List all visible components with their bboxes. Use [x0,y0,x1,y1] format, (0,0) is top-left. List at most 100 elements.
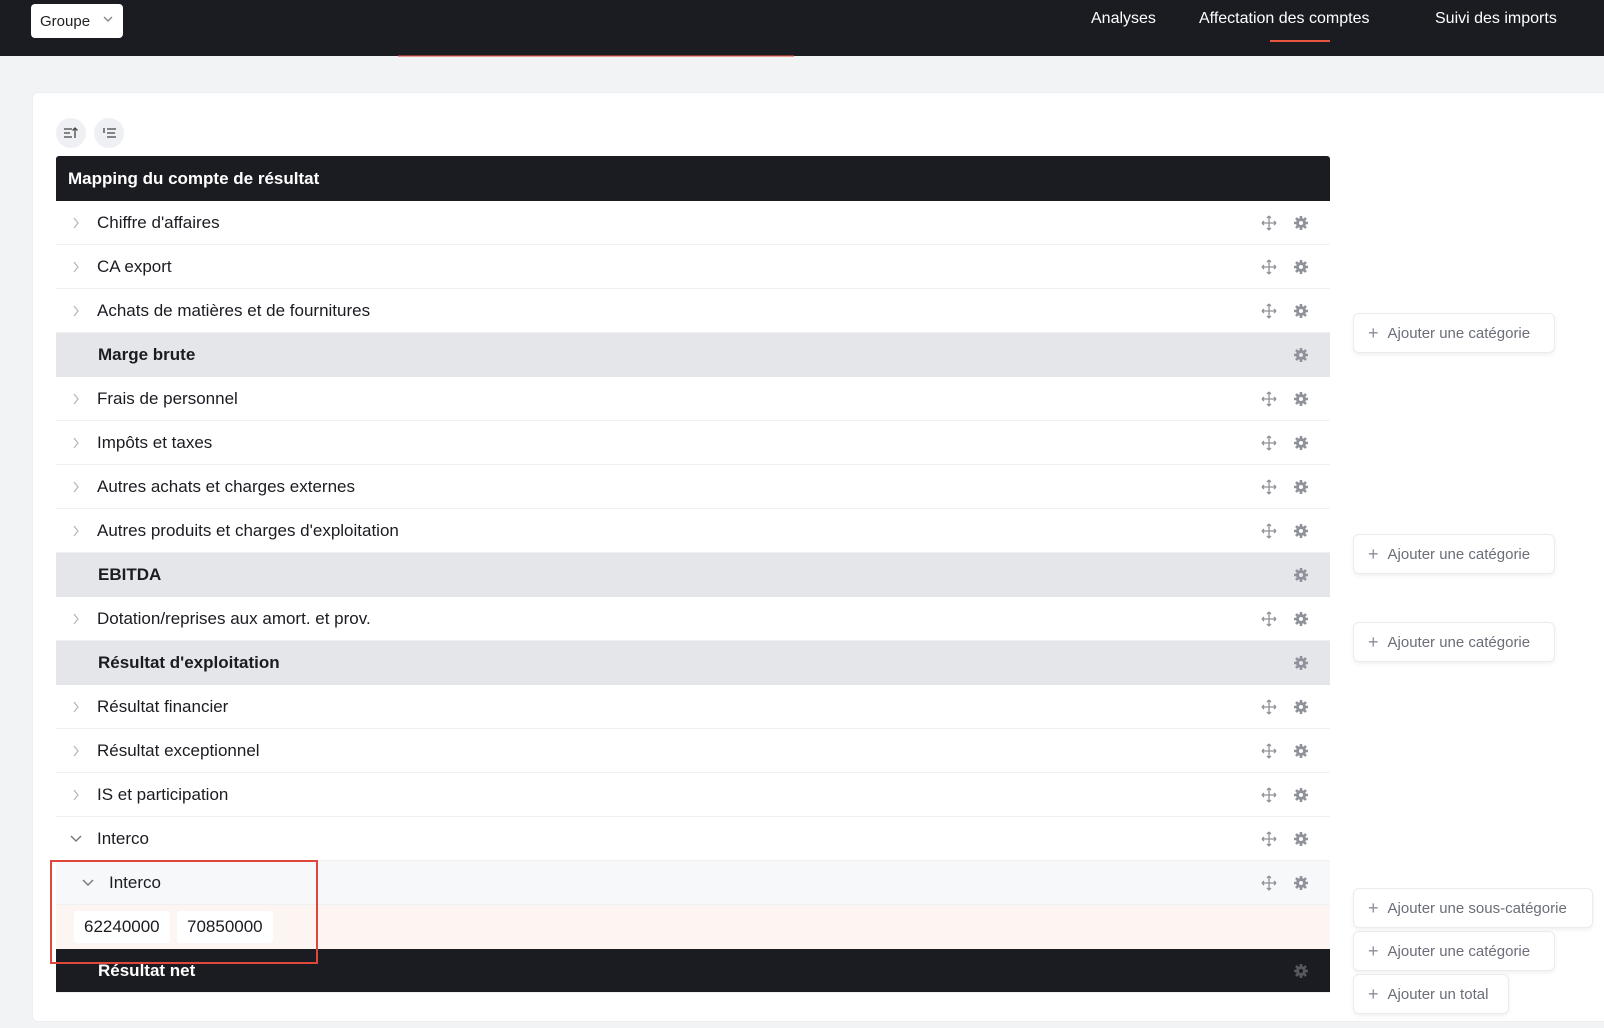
move-icon[interactable] [1261,831,1277,847]
nav-affectation-des-comptes[interactable]: Affectation des comptes [1199,10,1369,28]
chevron-right-icon[interactable] [72,613,80,625]
category-row[interactable]: Autres achats et charges externes [56,465,1330,509]
gear-icon[interactable] [1293,611,1309,627]
chevron-right-icon[interactable] [72,745,80,757]
chevron-right-icon[interactable] [72,261,80,273]
add-category-button[interactable]: + Ajouter une catégorie [1353,931,1555,971]
category-row-expanded[interactable]: Interco [56,817,1330,861]
move-icon[interactable] [1261,259,1277,275]
move-icon[interactable] [1261,699,1277,715]
move-icon[interactable] [1261,215,1277,231]
move-icon[interactable] [1261,303,1277,319]
add-subcategory-label: Ajouter une sous-catégorie [1387,899,1567,917]
category-row[interactable]: CA export [56,245,1330,289]
order-button[interactable] [94,118,124,148]
gear-icon[interactable] [1293,655,1309,671]
add-category-label: Ajouter une catégorie [1387,324,1531,342]
add-subcategory-button[interactable]: + Ajouter une sous-catégorie [1353,888,1593,928]
gear-icon[interactable] [1293,787,1309,803]
gear-icon[interactable] [1293,567,1309,583]
total-row[interactable]: EBITDA [56,553,1330,597]
chevron-down-icon[interactable] [82,879,94,887]
final-total-row[interactable]: Résultat net [56,949,1330,993]
final-total-label: Résultat net [98,960,196,980]
move-icon[interactable] [1261,435,1277,451]
mapping-table: Mapping du compte de résultat Chiffre d'… [56,156,1330,993]
category-label: Impôts et taxes [97,432,213,452]
category-label: Chiffre d'affaires [97,212,220,232]
add-category-button[interactable]: + Ajouter une catégorie [1353,313,1555,353]
move-icon[interactable] [1261,479,1277,495]
gear-icon[interactable] [1293,875,1309,891]
add-total-label: Ajouter un total [1387,985,1489,1003]
category-row[interactable]: Résultat exceptionnel [56,729,1330,773]
category-label: Frais de personnel [97,388,238,408]
gear-icon[interactable] [1293,259,1309,275]
gear-icon[interactable] [1293,435,1309,451]
category-label: Autres achats et charges externes [97,476,355,496]
chevron-down-icon[interactable] [70,835,82,843]
chevron-right-icon[interactable] [72,701,80,713]
move-icon[interactable] [1261,743,1277,759]
gear-icon[interactable] [1293,391,1309,407]
category-row[interactable]: Impôts et taxes [56,421,1330,465]
category-label: Dotation/reprises aux amort. et prov. [97,608,371,628]
category-label: Résultat exceptionnel [97,740,260,760]
group-select[interactable]: Groupe [31,4,123,38]
subcategory-row-expanded[interactable]: Interco [56,861,1330,905]
gear-icon[interactable] [1293,347,1309,363]
add-category-button[interactable]: + Ajouter une catégorie [1353,534,1555,574]
account-code-chip[interactable]: 70850000 [177,911,273,943]
add-category-label: Ajouter une catégorie [1387,942,1531,960]
chevron-right-icon[interactable] [72,217,80,229]
account-code-chip[interactable]: 62240000 [74,911,170,943]
plus-icon: + [1368,897,1379,918]
total-row[interactable]: Résultat d'exploitation [56,641,1330,685]
ordered-list-icon [103,128,116,138]
chevron-right-icon[interactable] [72,789,80,801]
chevron-right-icon[interactable] [72,481,80,493]
plus-icon: + [1368,631,1379,652]
nav-analyses[interactable]: Analyses [1091,10,1156,28]
category-row[interactable]: Autres produits et charges d'exploitatio… [56,509,1330,553]
move-icon[interactable] [1261,391,1277,407]
gear-icon[interactable] [1293,479,1309,495]
move-icon[interactable] [1261,875,1277,891]
category-row[interactable]: Chiffre d'affaires [56,201,1330,245]
total-row[interactable]: Marge brute [56,333,1330,377]
active-tab-indicator [1270,40,1330,42]
category-label: Résultat financier [97,696,229,716]
plus-icon: + [1368,543,1379,564]
gear-icon[interactable] [1293,699,1309,715]
add-total-button[interactable]: + Ajouter un total [1353,974,1509,1014]
move-icon[interactable] [1261,611,1277,627]
chevron-right-icon[interactable] [72,305,80,317]
category-row[interactable]: IS et participation [56,773,1330,817]
add-category-button[interactable]: + Ajouter une catégorie [1353,622,1555,662]
category-row[interactable]: Dotation/reprises aux amort. et prov. [56,597,1330,641]
move-icon[interactable] [1261,787,1277,803]
gear-icon[interactable] [1293,303,1309,319]
chevron-right-icon[interactable] [72,437,80,449]
gear-icon[interactable] [1293,743,1309,759]
gear-icon[interactable] [1293,215,1309,231]
plus-icon: + [1368,983,1379,1004]
plus-icon: + [1368,322,1379,343]
group-select-value: Groupe [40,12,91,30]
subcategory-label: Interco [109,872,161,892]
accent-strip [398,55,794,57]
gear-icon[interactable] [1293,831,1309,847]
nav-suivi-des-imports[interactable]: Suivi des imports [1435,10,1557,28]
sort-button[interactable] [56,118,86,148]
move-icon[interactable] [1261,523,1277,539]
category-row[interactable]: Résultat financier [56,685,1330,729]
gear-icon[interactable] [1293,963,1309,979]
category-label: Autres produits et charges d'exploitatio… [97,520,399,540]
total-label: Résultat d'exploitation [98,652,280,672]
chevron-right-icon[interactable] [72,393,80,405]
total-label: EBITDA [98,564,162,584]
chevron-right-icon[interactable] [72,525,80,537]
category-row[interactable]: Achats de matières et de fournitures [56,289,1330,333]
gear-icon[interactable] [1293,523,1309,539]
category-row[interactable]: Frais de personnel [56,377,1330,421]
